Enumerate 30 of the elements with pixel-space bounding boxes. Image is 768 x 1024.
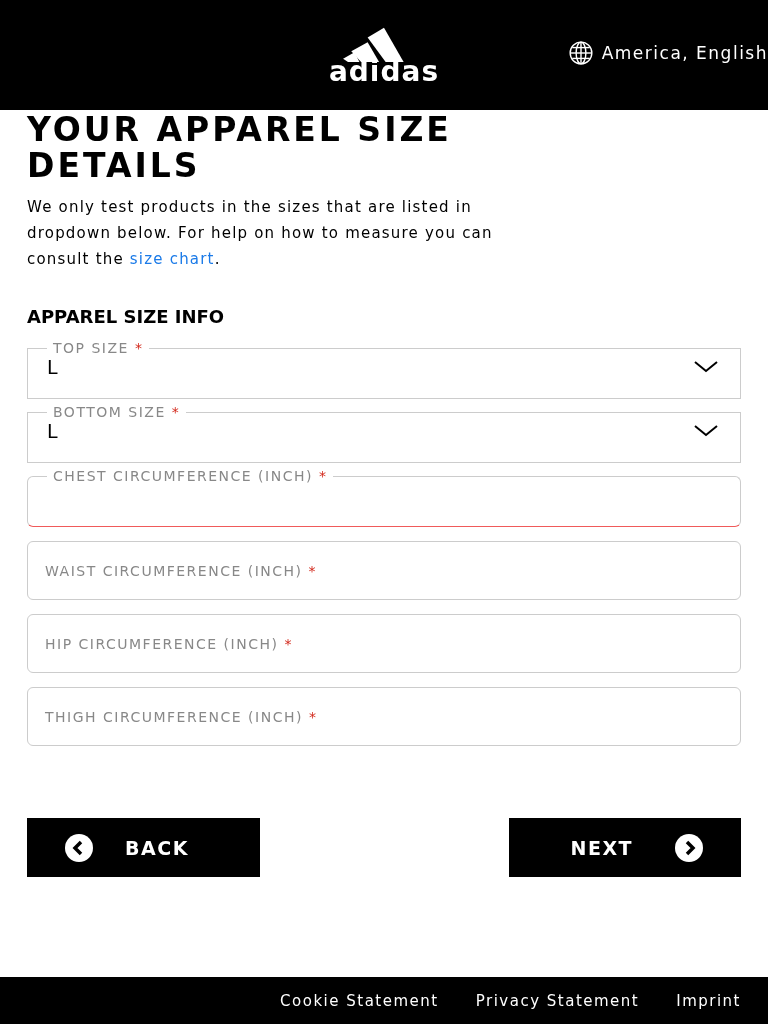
chevron-down-icon bbox=[694, 361, 718, 373]
size-dropdown[interactable]: BOTTOM SIZE * L bbox=[27, 404, 741, 463]
back-button[interactable]: BACK bbox=[27, 818, 260, 877]
chevron-down-icon bbox=[694, 425, 718, 437]
footer-link[interactable]: Privacy Statement bbox=[475, 991, 640, 1010]
locale-link[interactable]: America, English bbox=[601, 43, 768, 63]
field-label: CHEST CIRCUMFERENCE (INCH) * bbox=[53, 468, 328, 484]
size-dropdown[interactable]: TOP SIZE * L bbox=[27, 340, 741, 399]
footer-link[interactable]: Cookie Statement bbox=[280, 991, 439, 1010]
size-chart-link[interactable]: size chart bbox=[129, 250, 215, 268]
chevron-left-circle-icon bbox=[65, 833, 93, 862]
field-placeholder: WAIST CIRCUMFERENCE (INCH) * bbox=[45, 562, 317, 579]
field-placeholder: THIGH CIRCUMFERENCE (INCH) * bbox=[45, 708, 318, 725]
input-field[interactable]: THIGH CIRCUMFERENCE (INCH) * bbox=[27, 687, 741, 746]
section-title: APPAREL SIZE INFO bbox=[27, 306, 226, 327]
page-title: YOUR APPAREL SIZE DETAILS bbox=[27, 112, 453, 184]
field-label: BOTTOM SIZE * bbox=[53, 404, 181, 420]
selected-value: L bbox=[47, 356, 59, 378]
intro-text: We only test products in the sizes that are listed in dropdown below. For help on how to measure you can consult the size chart. bbox=[27, 197, 494, 270]
next-button[interactable]: NEXT bbox=[509, 818, 741, 877]
input-field[interactable]: CHEST CIRCUMFERENCE (INCH) * bbox=[27, 468, 741, 527]
selected-value: L bbox=[47, 420, 59, 442]
field-label: TOP SIZE * bbox=[53, 340, 144, 356]
footer-link[interactable]: Imprint bbox=[676, 991, 741, 1010]
field-placeholder: HIP CIRCUMFERENCE (INCH) * bbox=[45, 635, 293, 652]
input-field[interactable]: HIP CIRCUMFERENCE (INCH) * bbox=[27, 614, 741, 673]
brand-logo[interactable]: adidas bbox=[328, 58, 440, 86]
globe-icon[interactable] bbox=[567, 40, 594, 66]
chevron-right-circle-icon bbox=[675, 833, 703, 862]
input-field[interactable]: WAIST CIRCUMFERENCE (INCH) * bbox=[27, 541, 741, 600]
